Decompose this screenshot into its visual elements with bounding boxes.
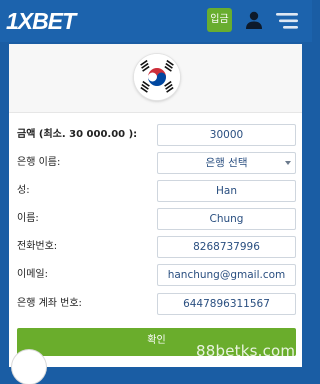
surname-label: 성: xyxy=(17,185,30,196)
country-header xyxy=(9,44,302,113)
bottom-avatar xyxy=(12,350,46,384)
email-label: 이메일: xyxy=(17,269,48,280)
user-icon[interactable] xyxy=(244,10,264,30)
email-input[interactable]: hanchung@gmail.com xyxy=(157,264,296,286)
logo-suffix: BET xyxy=(32,8,76,34)
amount-row: 금액 (최소. 30 000.00 ): 30000 xyxy=(9,124,302,146)
email-row: 이메일: hanchung@gmail.com xyxy=(9,264,302,286)
bank-select-value: 은행 선택 xyxy=(205,157,248,169)
chevron-down-icon xyxy=(285,161,291,165)
bank-label: 은행 이름: xyxy=(17,157,61,168)
brand-logo[interactable]: 1XBET xyxy=(6,8,76,34)
name-input[interactable]: Chung xyxy=(157,208,296,230)
deposit-button[interactable]: 입금 xyxy=(207,8,232,32)
name-label: 이름: xyxy=(17,213,39,224)
phone-input[interactable]: 8268737996 xyxy=(157,236,296,258)
logo-prefix: 1X xyxy=(6,8,33,34)
phone-label: 전화번호: xyxy=(17,241,58,252)
top-bar: 1XBET 입금 xyxy=(0,0,312,42)
amount-input[interactable]: 30000 xyxy=(157,124,296,146)
name-row: 이름: Chung xyxy=(9,208,302,230)
bank-select[interactable]: 은행 선택 xyxy=(157,152,296,174)
surname-row: 성: Han xyxy=(9,180,302,202)
south-korea-flag-icon xyxy=(134,54,180,100)
account-row: 은행 계좌 번호: 6447896311567 xyxy=(9,293,302,315)
amount-label: 금액 (최소. 30 000.00 ): xyxy=(17,129,138,140)
deposit-form-panel: 금액 (최소. 30 000.00 ): 30000 은행 이름: 은행 선택 … xyxy=(9,44,302,367)
phone-row: 전화번호: 8268737996 xyxy=(9,236,302,258)
surname-input[interactable]: Han xyxy=(157,180,296,202)
bank-row: 은행 이름: 은행 선택 xyxy=(9,152,302,174)
hamburger-menu-icon[interactable] xyxy=(275,12,299,30)
account-input[interactable]: 6447896311567 xyxy=(157,293,296,315)
watermark: 88betks.com xyxy=(196,342,296,360)
account-label: 은행 계좌 번호: xyxy=(17,298,82,309)
